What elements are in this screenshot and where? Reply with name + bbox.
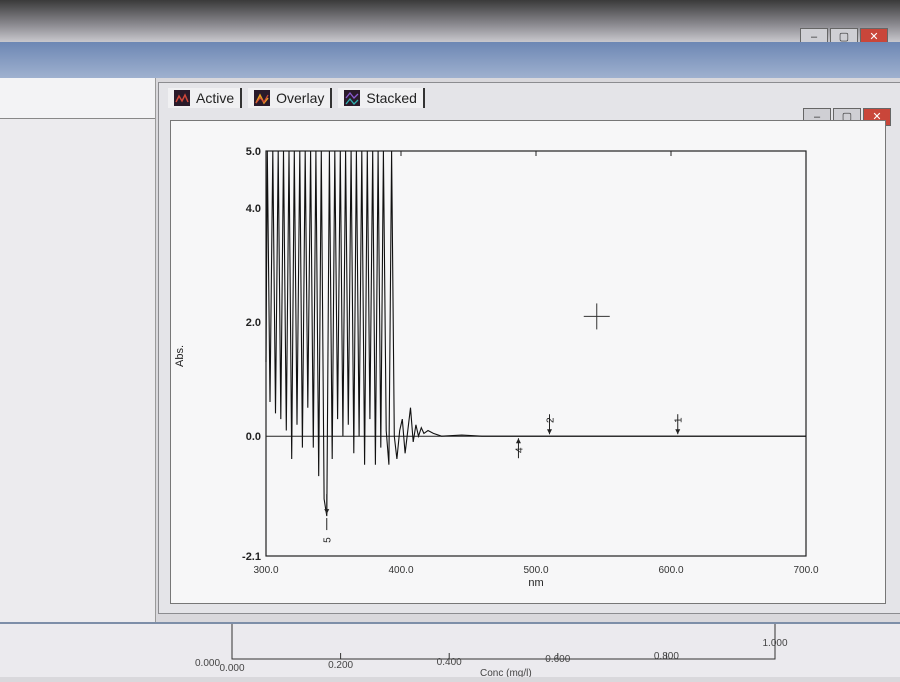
calibration-y-tick: 0.000 (195, 658, 220, 669)
x-axis-label: nm (528, 577, 543, 589)
x-tick-label: 300.0 (253, 565, 278, 576)
x-tick-label: 400.0 (388, 565, 413, 576)
y-tick-label: 2.0 (246, 317, 261, 329)
tab-active[interactable]: Active (168, 88, 243, 108)
peak-label: 5 (323, 537, 334, 543)
peak-label: 1 (674, 417, 685, 423)
y-axis-label: Abs. (174, 345, 186, 367)
active-spectrum-icon (174, 90, 190, 106)
y-tick-label: 5.0 (246, 146, 261, 158)
tab-label: Overlay (276, 90, 325, 106)
toolbar-strip (0, 42, 900, 78)
calibration-panel: 0.000 0.200 0.400 0.600 0.800 1.000 0.000 Con… (0, 622, 900, 679)
calibration-x-tick: 0.800 (654, 651, 679, 662)
tab-overlay[interactable]: Overlay (248, 88, 333, 108)
spectrum-chart[interactable]: 5.0 4.0 2.0 0.0 -2.1 300.0 400.0 500.0 600.0 700.… (171, 121, 885, 603)
peak-label: 2 (546, 417, 557, 423)
tab-stacked[interactable]: Stacked (338, 88, 425, 108)
x-tick-label: 600.0 (658, 565, 683, 576)
calibration-x-tick: 0.600 (545, 654, 570, 665)
x-tick-label: 500.0 (523, 565, 548, 576)
app-title-bar (0, 0, 900, 42)
calibration-x-tick: 1.000 (762, 638, 787, 649)
calibration-x-label: Conc (mg/l) (480, 668, 532, 677)
x-tick-label: 700.0 (793, 565, 818, 576)
peak-label: 4 (514, 447, 525, 453)
calibration-x-tick: 0.000 (219, 663, 244, 674)
crosshair-cursor (583, 303, 610, 330)
calibration-frame (231, 624, 776, 660)
plot-frame (265, 150, 807, 557)
peak-marker[interactable]: 2 (546, 414, 557, 435)
view-tabs: Active Overlay Stacked (168, 88, 425, 108)
plot-panel: 5.0 4.0 2.0 0.0 -2.1 300.0 400.0 500.0 600.0 700.… (170, 120, 886, 604)
calibration-x-tick: 0.200 (328, 660, 353, 671)
y-tick-label: -2.1 (242, 551, 261, 563)
stacked-spectrum-icon (344, 90, 361, 106)
left-panel (0, 78, 156, 623)
calibration-x-tick: 0.400 (437, 657, 462, 668)
calibration-chart: 0.000 0.200 0.400 0.600 0.800 1.000 0.000 Con… (195, 624, 788, 679)
tab-label: Stacked (366, 90, 417, 106)
left-panel-header (0, 78, 155, 119)
overlay-spectrum-icon (254, 90, 271, 106)
y-tick-label: 4.0 (246, 203, 261, 215)
y-tick-label: 0.0 (246, 431, 261, 443)
peak-marker[interactable]: 1 (674, 414, 685, 435)
spectrum-line (265, 150, 806, 517)
tab-label: Active (196, 90, 235, 106)
peak-marker[interactable]: 4 (514, 438, 525, 459)
